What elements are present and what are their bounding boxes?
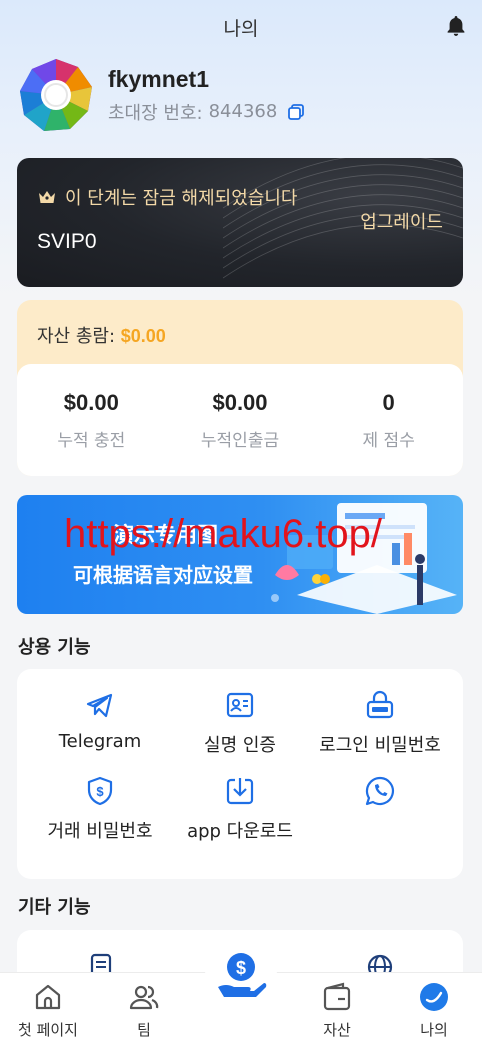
tab-label: 팀: [137, 1021, 151, 1039]
function-app-download[interactable]: app 다운로드: [166, 775, 314, 843]
wallet-icon: [323, 982, 351, 1011]
asset-total-value: $0.00: [120, 326, 166, 346]
profile-icon: [420, 983, 448, 1011]
stat-label: 누적인출금: [200, 431, 280, 451]
bell-icon[interactable]: [444, 14, 468, 38]
telegram-icon: [86, 693, 113, 718]
copy-icon[interactable]: [287, 103, 305, 121]
vip-card: 이 단계는 잠금 해제되었습니다 업그레이드 SVIP0: [17, 158, 463, 287]
tab-label: 나의: [420, 1021, 448, 1039]
svg-text:$: $: [96, 784, 104, 799]
upgrade-button[interactable]: 업그레이드: [360, 208, 443, 234]
stat-points: 0 제 점수: [314, 364, 463, 476]
function-label: Telegram: [58, 731, 142, 752]
invite-code-row: 초대장 번호: 844368: [108, 99, 305, 125]
tab-center-action[interactable]: $: [205, 940, 277, 1012]
tab-mine[interactable]: 나의: [386, 973, 482, 1040]
tab-label: 자산: [323, 1021, 351, 1039]
stat-value: 0: [382, 390, 395, 415]
stat-value: $0.00: [63, 390, 119, 415]
other-functions-title: 기타 기능: [18, 897, 91, 918]
common-functions-card: Telegram 실명 인증 로그인 비밀번호 $ 거래 비밀번호 app 다운…: [17, 669, 463, 879]
function-login-password[interactable]: 로그인 비밀번호: [306, 689, 454, 757]
dollar-shield-icon: $: [87, 776, 113, 806]
stat-total-withdrawal: $0.00 누적인출금: [166, 364, 315, 476]
whatsapp-icon: [365, 776, 395, 806]
page-title: 나의: [223, 17, 259, 40]
function-trade-password[interactable]: $ 거래 비밀번호: [26, 775, 174, 843]
money-hand-icon: $: [218, 953, 267, 997]
watermark-url: https://maku6.top/: [64, 512, 382, 556]
team-icon: [129, 985, 159, 1010]
header: 나의: [0, 0, 482, 54]
lock-icon: [366, 690, 394, 719]
svg-text:$: $: [236, 958, 246, 978]
home-icon: [35, 984, 61, 1010]
crown-icon: [39, 191, 55, 203]
avatar[interactable]: [18, 57, 94, 133]
tab-team[interactable]: 팀: [96, 973, 192, 1040]
stat-label: 누적 충전: [57, 431, 126, 451]
invite-label: 초대장 번호:: [108, 102, 203, 124]
vip-status-text: 이 단계는 잠금 해제되었습니다: [65, 188, 298, 209]
asset-stats: $0.00 누적 충전 $0.00 누적인출금 0 제 점수: [17, 364, 463, 476]
stat-total-recharge: $0.00 누적 충전: [17, 364, 166, 476]
tab-label: 첫 페이지: [18, 1021, 78, 1039]
id-card-icon: [226, 692, 254, 718]
asset-total-label: 자산 총람:: [37, 326, 116, 347]
asset-card: 자산 총람: $0.00 $0.00 누적 충전 $0.00 누적인출금 0 제…: [17, 300, 463, 476]
download-icon: [226, 778, 254, 805]
asset-total: 자산 총람: $0.00: [37, 322, 166, 348]
stat-label: 제 점수: [362, 431, 415, 451]
function-label: app 다운로드: [187, 821, 293, 842]
function-telegram[interactable]: Telegram: [26, 689, 174, 752]
tab-home[interactable]: 첫 페이지: [0, 973, 96, 1040]
profile-section: fkymnet1 초대장 번호: 844368: [18, 57, 305, 133]
vip-status: 이 단계는 잠금 해제되었습니다: [37, 184, 297, 210]
invite-code: 844368: [208, 101, 278, 122]
function-label: 로그인 비밀번호: [319, 735, 441, 756]
function-verification[interactable]: 실명 인증: [166, 689, 314, 757]
function-whatsapp[interactable]: [306, 775, 454, 817]
function-label: 거래 비밀번호: [47, 821, 153, 842]
function-label: 실명 인증: [204, 735, 276, 756]
username: fkymnet1: [108, 65, 209, 92]
vip-level: SVIP0: [37, 230, 97, 253]
banner-line2: 可根据语言对应设置: [73, 563, 253, 587]
tab-assets[interactable]: 자산: [289, 973, 385, 1040]
common-functions-title: 상용 기능: [18, 637, 91, 658]
stat-value: $0.00: [212, 390, 268, 415]
